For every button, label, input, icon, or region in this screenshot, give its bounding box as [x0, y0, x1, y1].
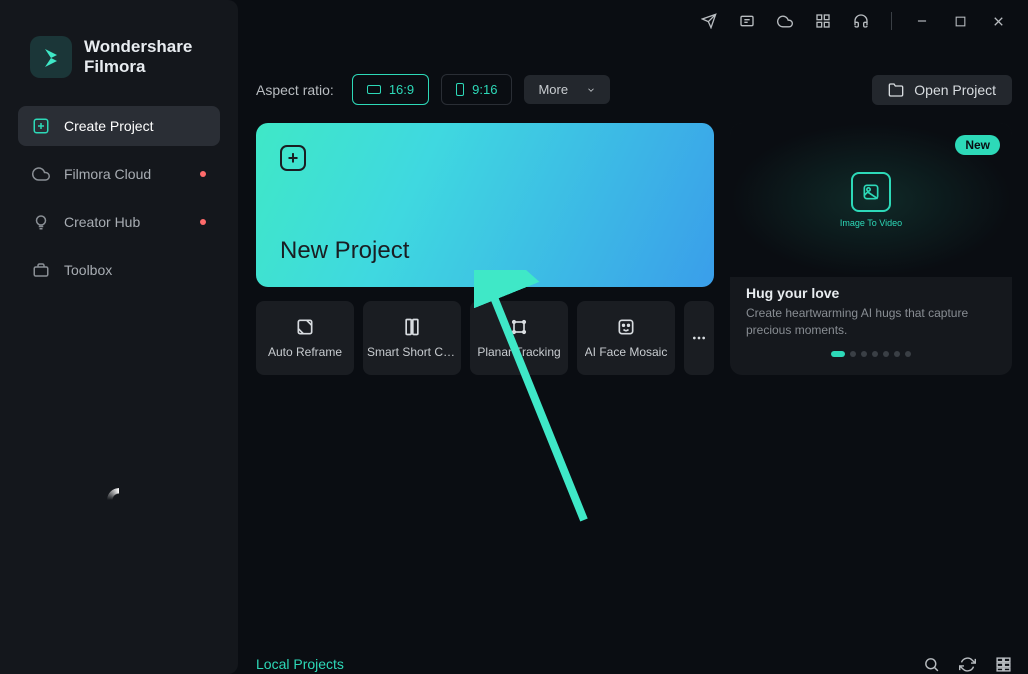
app-logo: Wondershare Filmora — [0, 36, 238, 106]
clip-icon — [402, 317, 422, 337]
local-projects-title: Local Projects — [256, 656, 344, 672]
tool-auto-reframe[interactable]: Auto Reframe — [256, 301, 354, 375]
maximize-icon[interactable] — [952, 13, 968, 29]
view-grid-icon[interactable] — [994, 655, 1012, 673]
tracking-icon — [509, 317, 529, 337]
close-icon[interactable] — [990, 13, 1006, 29]
promo-description: Create heartwarming AI hugs that capture… — [746, 305, 996, 339]
reframe-icon — [295, 317, 315, 337]
new-project-card[interactable]: + New Project — [256, 123, 714, 287]
carousel-dot[interactable] — [831, 351, 845, 357]
more-label: More — [538, 82, 568, 97]
cards-area: + New Project Auto Reframe Smart Short C… — [256, 123, 1012, 379]
bulb-icon — [32, 213, 50, 231]
grid-icon[interactable] — [815, 13, 831, 29]
aspect-ratio-916[interactable]: 9:16 — [441, 74, 512, 105]
carousel-dot[interactable] — [861, 351, 867, 357]
sidebar: Wondershare Filmora Create Project Filmo… — [0, 0, 238, 674]
aspect-ratio-value: 9:16 — [472, 82, 497, 97]
tool-smart-short-clip[interactable]: Smart Short Cli... — [363, 301, 461, 375]
tool-label: Auto Reframe — [268, 345, 342, 359]
new-badge: New — [955, 135, 1000, 155]
carousel-dot[interactable] — [883, 351, 889, 357]
carousel-dot[interactable] — [850, 351, 856, 357]
promo-card[interactable]: New Image To Video Hug your love Create … — [730, 123, 1012, 375]
titlebar — [679, 0, 1028, 42]
sidebar-item-creator-hub[interactable]: Creator Hub — [18, 202, 220, 242]
portrait-icon — [456, 83, 464, 96]
local-projects-header: Local Projects — [256, 655, 1012, 673]
sidebar-item-label: Creator Hub — [64, 214, 140, 230]
tool-more[interactable] — [684, 301, 714, 375]
ellipsis-icon — [689, 328, 709, 348]
tool-label: Planar Tracking — [477, 345, 560, 359]
face-mosaic-icon — [616, 317, 636, 337]
open-project-button[interactable]: Open Project — [872, 75, 1012, 105]
notification-dot — [200, 219, 206, 225]
aspect-ratio-value: 16:9 — [389, 82, 414, 97]
main-content: Aspect ratio: 16:9 9:16 More Open Projec… — [256, 74, 1012, 658]
tool-planar-tracking[interactable]: Planar Tracking — [470, 301, 568, 375]
search-icon[interactable] — [922, 655, 940, 673]
plus-icon: + — [280, 145, 306, 171]
promo-icon-label: Image To Video — [840, 218, 902, 228]
headset-icon[interactable] — [853, 13, 869, 29]
cloud-icon[interactable] — [777, 13, 793, 29]
open-project-label: Open Project — [914, 82, 996, 98]
more-dropdown[interactable]: More — [524, 75, 610, 104]
sidebar-nav: Create Project Filmora Cloud Creator Hub… — [0, 106, 238, 290]
carousel-dots[interactable] — [730, 351, 1012, 365]
image-to-video-icon — [851, 172, 891, 212]
sidebar-item-toolbox[interactable]: Toolbox — [18, 250, 220, 290]
plus-square-icon — [32, 117, 50, 135]
promo-title: Hug your love — [746, 285, 996, 301]
aspect-ratio-169[interactable]: 16:9 — [352, 74, 429, 105]
sidebar-item-create-project[interactable]: Create Project — [18, 106, 220, 146]
message-icon[interactable] — [739, 13, 755, 29]
chevron-down-icon — [586, 85, 596, 95]
cloud-icon — [32, 165, 50, 183]
new-project-title: New Project — [280, 237, 690, 265]
folder-icon — [888, 82, 904, 98]
aspect-ratio-label: Aspect ratio: — [256, 82, 334, 98]
logo-icon — [30, 36, 72, 78]
sidebar-item-filmora-cloud[interactable]: Filmora Cloud — [18, 154, 220, 194]
carousel-dot[interactable] — [905, 351, 911, 357]
sidebar-item-label: Toolbox — [64, 262, 112, 278]
sidebar-item-label: Filmora Cloud — [64, 166, 151, 182]
refresh-icon[interactable] — [958, 655, 976, 673]
toolbar: Aspect ratio: 16:9 9:16 More Open Projec… — [256, 74, 1012, 105]
notification-dot — [200, 171, 206, 177]
landscape-icon — [367, 85, 381, 94]
toolbox-icon — [32, 261, 50, 279]
send-icon[interactable] — [701, 13, 717, 29]
tool-label: Smart Short Cli... — [367, 345, 457, 359]
loading-spinner — [107, 488, 131, 512]
brand-name-2: Filmora — [84, 57, 192, 77]
brand-name-1: Wondershare — [84, 37, 192, 57]
sidebar-item-label: Create Project — [64, 118, 153, 134]
divider — [891, 12, 892, 30]
tool-ai-face-mosaic[interactable]: AI Face Mosaic — [577, 301, 675, 375]
carousel-dot[interactable] — [872, 351, 878, 357]
carousel-dot[interactable] — [894, 351, 900, 357]
minimize-icon[interactable] — [914, 13, 930, 29]
tool-label: AI Face Mosaic — [585, 345, 668, 359]
